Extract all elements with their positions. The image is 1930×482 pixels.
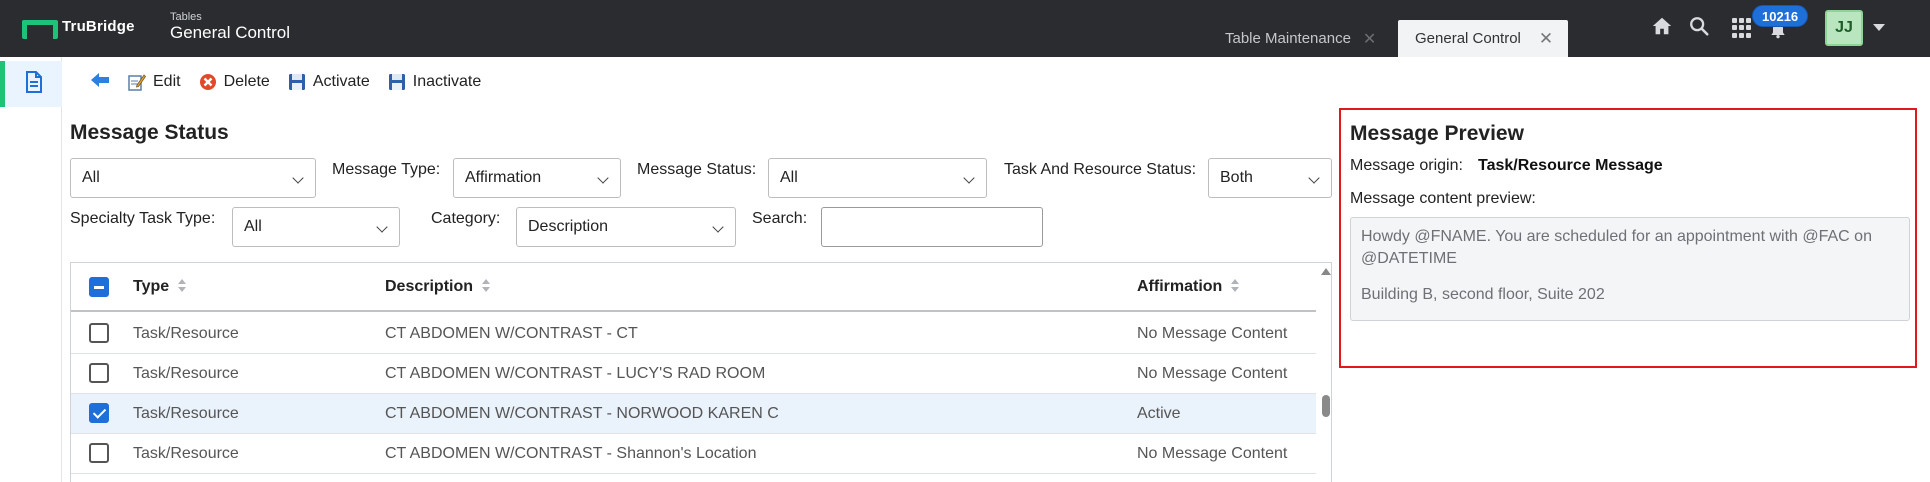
origin-value: Task/Resource Message <box>1478 157 1663 174</box>
activate-button[interactable]: Activate <box>288 73 370 91</box>
message-status-label: Message Status: <box>637 161 757 178</box>
select-value: Both <box>1220 169 1253 186</box>
sort-icon[interactable] <box>1231 279 1240 293</box>
cell-description: CT ABDOMEN W/CONTRAST - CT <box>385 324 638 342</box>
notification-badge[interactable]: 10216 <box>1752 5 1809 27</box>
preview-line: Howdy @FNAME. You are scheduled for an a… <box>1361 228 1872 245</box>
app-title: General Control <box>170 23 291 42</box>
scope-select[interactable]: All <box>70 158 316 198</box>
column-label: Affirmation <box>1137 277 1223 295</box>
inactivate-button[interactable]: Inactivate <box>388 73 481 91</box>
specialty-task-type-select[interactable]: All <box>232 207 400 247</box>
specialty-task-type-label: Specialty Task Type: <box>70 210 216 227</box>
logo[interactable]: TruBridge <box>22 18 135 39</box>
cell-type: Task/Resource <box>133 404 239 422</box>
search-input[interactable] <box>821 207 1043 247</box>
content-label: Message content preview: <box>1350 190 1536 207</box>
preview-title: Message Preview <box>1350 122 1524 145</box>
category-select[interactable]: Description <box>516 207 736 247</box>
row-checkbox[interactable] <box>89 323 109 343</box>
scroll-thumb[interactable] <box>1322 395 1330 417</box>
close-icon[interactable]: ✕ <box>1539 29 1553 49</box>
select-value: All <box>244 218 262 235</box>
tab-label: Table Maintenance <box>1225 30 1351 47</box>
table-scrollbar[interactable] <box>1319 263 1331 482</box>
trubridge-logo-icon <box>22 19 58 39</box>
message-type-select[interactable]: Affirmation <box>453 158 621 198</box>
row-checkbox[interactable] <box>89 363 109 383</box>
table-row-selected[interactable]: Task/Resource CT ABDOMEN W/CONTRAST - NO… <box>71 394 1316 434</box>
cell-description: CT ABDOMEN W/CONTRAST - LUCY'S RAD ROOM <box>385 364 766 382</box>
category-label: Category: <box>431 210 501 227</box>
preview-line: @DATETIME <box>1361 250 1457 267</box>
select-value: Description <box>528 218 609 235</box>
message-content-preview: Howdy @FNAME. You are scheduled for an a… <box>1350 217 1910 321</box>
table-row[interactable]: Task/Resource CT ABDOMEN W/CONTRAST - CT… <box>71 314 1316 354</box>
delete-icon <box>199 73 217 91</box>
avatar[interactable]: JJ <box>1825 10 1863 46</box>
cell-description: CT ABDOMEN W/CONTRAST - Shannon's Locati… <box>385 444 757 462</box>
sort-icon[interactable] <box>178 279 187 293</box>
cell-affirmation: Active <box>1137 404 1181 422</box>
task-resource-status-label: Task And Resource Status: <box>1004 161 1197 178</box>
edit-icon <box>128 73 146 91</box>
message-table: Type Description Affirmation Task/Resour… <box>70 262 1332 482</box>
save-icon <box>288 73 306 91</box>
select-all-checkbox[interactable] <box>89 277 109 297</box>
message-status-select[interactable]: All <box>768 158 987 198</box>
scroll-up-icon[interactable] <box>1321 268 1331 275</box>
column-header-affirmation[interactable]: Affirmation <box>1137 277 1240 296</box>
delete-button[interactable]: Delete <box>199 73 270 91</box>
row-checkbox[interactable] <box>89 443 109 463</box>
top-bar: TruBridge Tables General Control Table M… <box>0 0 1930 57</box>
search-icon[interactable] <box>1688 15 1710 42</box>
apps-grid-icon[interactable] <box>1732 18 1752 38</box>
cell-type: Task/Resource <box>133 444 239 462</box>
sort-icon[interactable] <box>482 279 491 293</box>
column-header-type[interactable]: Type <box>133 277 187 296</box>
preview-line: Building B, second floor, Suite 202 <box>1361 286 1605 303</box>
chevron-down-icon[interactable] <box>1873 24 1885 31</box>
tab-table-maintenance[interactable]: Table Maintenance ✕ <box>1210 20 1390 57</box>
tab-label: General Control <box>1415 30 1521 47</box>
column-header-description[interactable]: Description <box>385 277 491 296</box>
origin-label: Message origin: <box>1350 157 1463 174</box>
message-preview-panel: Message Preview Message origin: Task/Res… <box>1339 108 1917 368</box>
column-label: Type <box>133 277 170 295</box>
table-row[interactable]: Task/Resource CT ABDOMEN W/CONTRAST - LU… <box>71 354 1316 394</box>
home-icon[interactable] <box>1651 15 1673 42</box>
activate-label: Activate <box>312 73 370 90</box>
cell-description: CT ABDOMEN W/CONTRAST - NORWOOD KAREN C <box>385 404 779 422</box>
edit-label: Edit <box>153 73 181 90</box>
row-checkbox[interactable] <box>89 403 109 423</box>
save-icon <box>388 73 406 91</box>
cell-type: Task/Resource <box>133 324 239 342</box>
left-sidebar <box>0 57 62 482</box>
search-label: Search: <box>752 210 808 227</box>
cell-affirmation: No Message Content <box>1137 364 1288 382</box>
close-icon[interactable]: ✕ <box>1363 29 1376 49</box>
task-resource-status-select[interactable]: Both <box>1208 158 1332 198</box>
column-label: Description <box>385 277 474 295</box>
table-header: Type Description Affirmation <box>71 263 1316 312</box>
delete-label: Delete <box>223 73 270 90</box>
inactivate-label: Inactivate <box>412 73 482 90</box>
cell-affirmation: No Message Content <box>1137 444 1288 462</box>
document-icon <box>24 70 44 98</box>
table-row[interactable]: Task/Resource CT ABDOMEN W/CONTRAST - Sh… <box>71 434 1316 474</box>
app-subtitle: Tables <box>170 11 202 23</box>
select-value: All <box>82 169 100 186</box>
cell-type: Task/Resource <box>133 364 239 382</box>
select-value: Affirmation <box>465 169 542 186</box>
toolbar: Edit Delete Activate Inactivate <box>62 57 1930 107</box>
tab-general-control[interactable]: General Control ✕ <box>1398 20 1568 57</box>
back-arrow-icon[interactable] <box>90 72 110 93</box>
edit-button[interactable]: Edit <box>128 73 181 91</box>
cell-affirmation: No Message Content <box>1137 324 1288 342</box>
sidebar-item-document[interactable] <box>0 61 62 107</box>
select-value: All <box>780 169 798 186</box>
logo-text: TruBridge <box>62 18 135 35</box>
message-type-label: Message Type: <box>332 161 441 178</box>
page-title: Message Status <box>70 121 229 144</box>
